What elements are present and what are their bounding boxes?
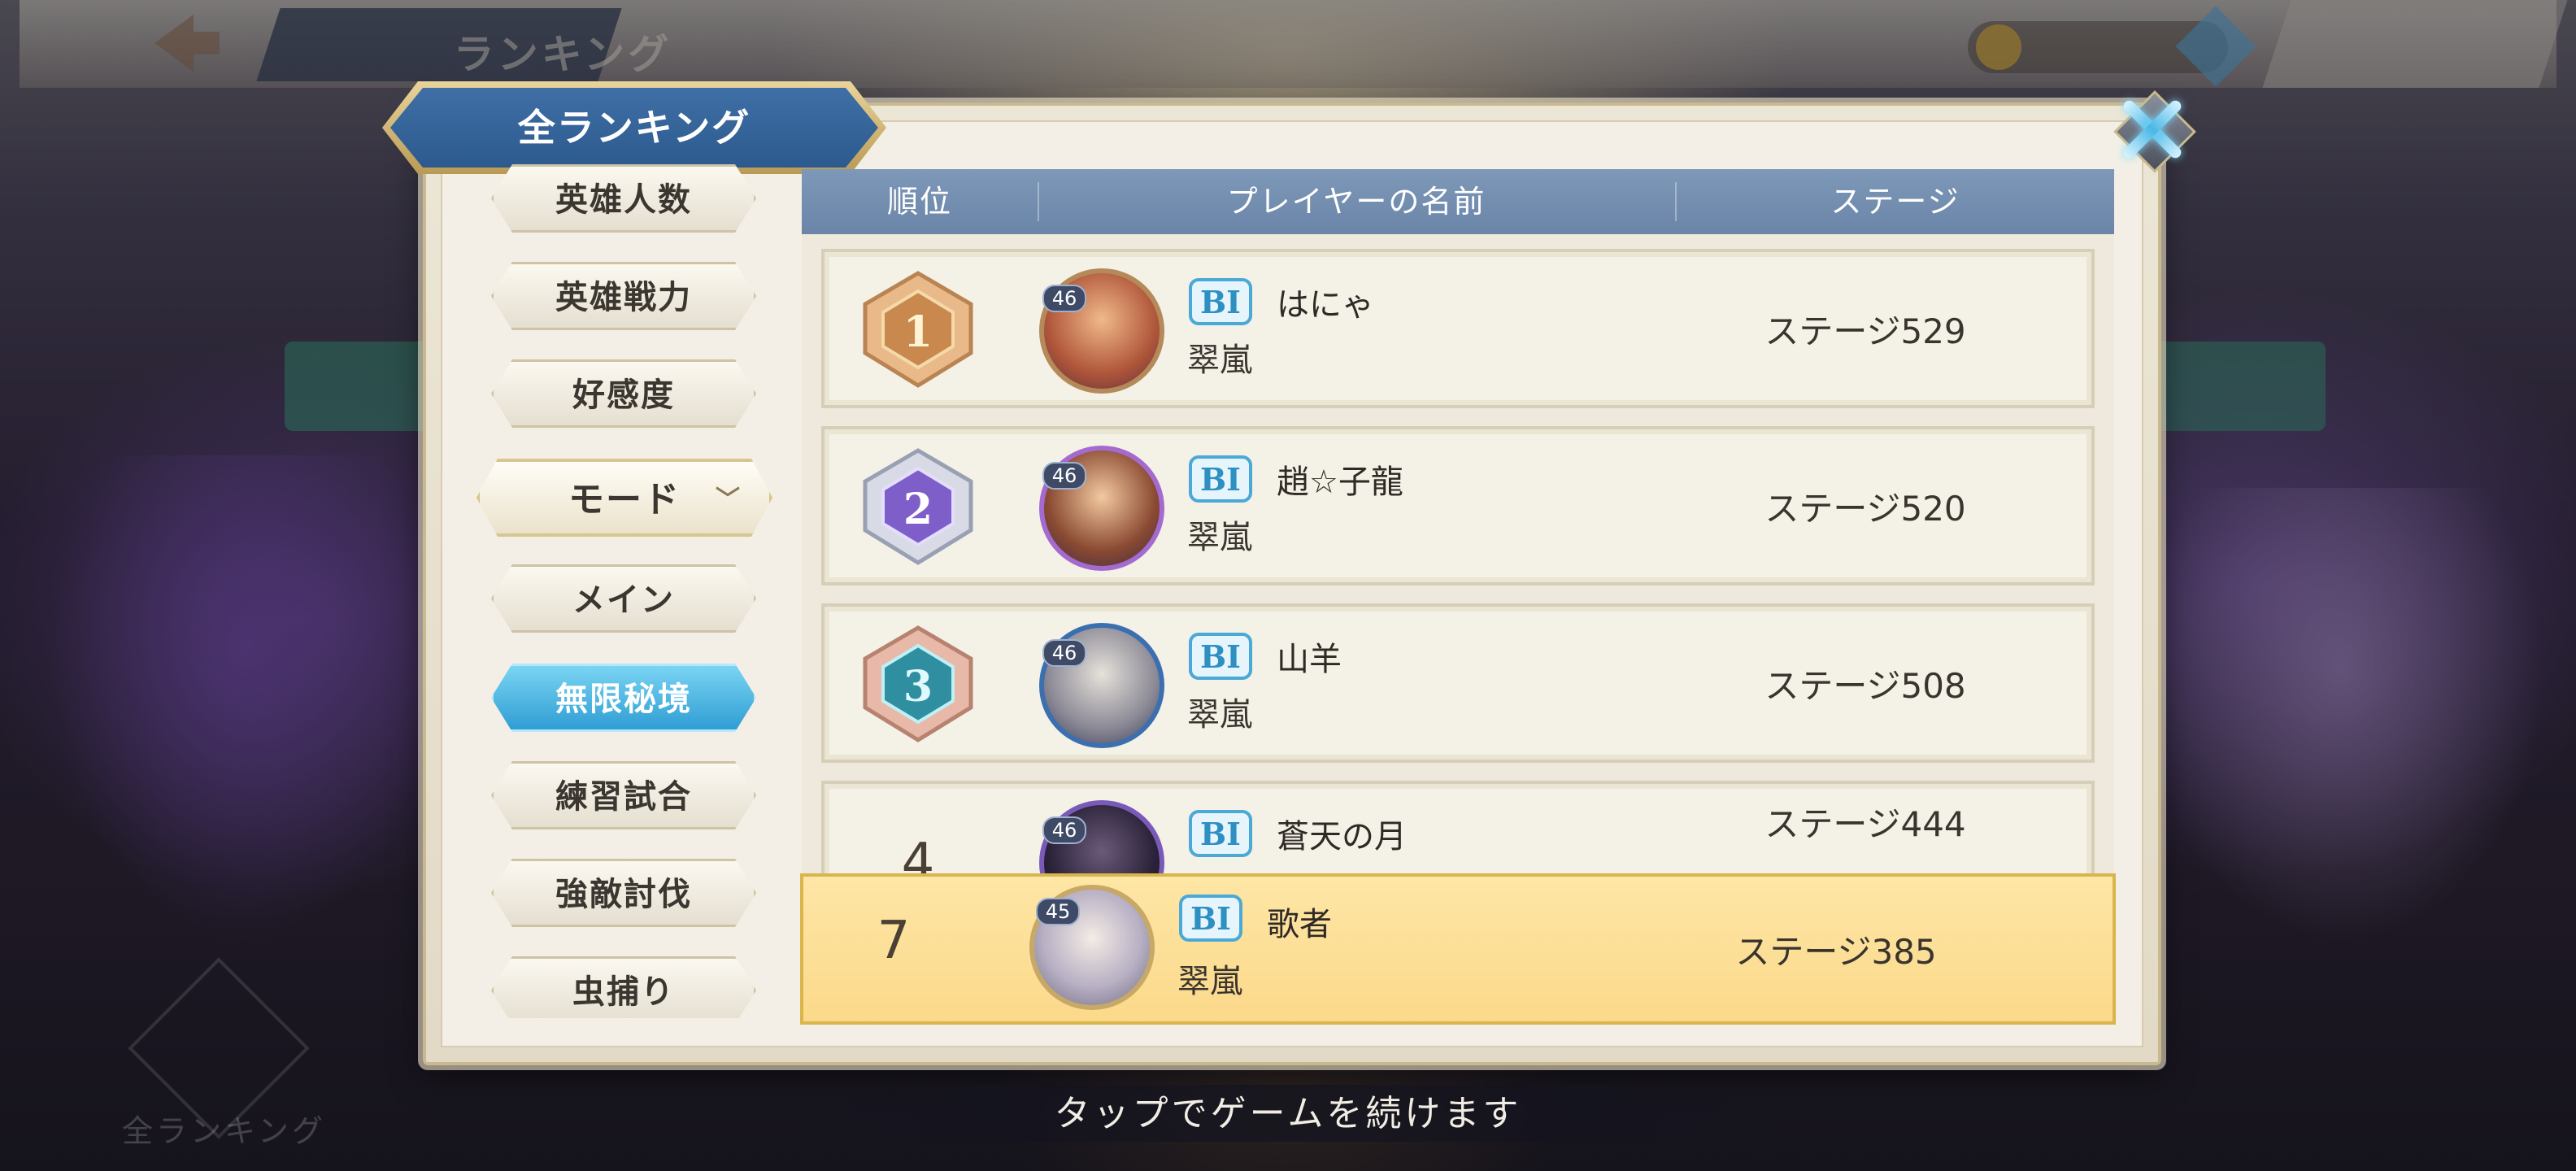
sidebar-item-affection[interactable]: 好感度 xyxy=(491,359,756,428)
rank-number: 2 xyxy=(903,485,933,534)
level-badge: 46 xyxy=(1042,462,1086,490)
stage-value: ステージ529 xyxy=(1764,311,1966,351)
sidebar-item-infinite-realm[interactable]: 無限秘境 xyxy=(491,664,756,732)
stage-value: ステージ520 xyxy=(1764,489,1966,529)
column-header-player-name: プレイヤーの名前 xyxy=(1226,184,1486,220)
panel-title: 全ランキング xyxy=(517,106,751,150)
ranking-row[interactable]: 4 46 BI 蒼天の月 ステージ444 xyxy=(821,781,2095,873)
sidebar-item-hero-count[interactable]: 英雄人数 xyxy=(491,164,756,233)
tier-emblem-icon: BI xyxy=(1189,278,1252,325)
tier-emblem-icon: BI xyxy=(1189,633,1252,680)
guild-name: 翠嵐 xyxy=(1187,696,1252,734)
player-name: 山羊 xyxy=(1277,641,1342,678)
ranking-list[interactable]: 1 46 BI はにゃ 翠嵐 ステージ529 2 46 BI 趙☆子龍 翠嵐 ス… xyxy=(802,234,2114,873)
category-sidebar[interactable]: 英雄人数 英雄戦力 好感度 モード ﹀ メイン 無限秘境 練習試合 強敵討伐 虫… xyxy=(455,163,797,1018)
svg-text:BI: BI xyxy=(1200,816,1241,852)
sidebar-mode-label: モード xyxy=(568,479,681,520)
ranking-row[interactable]: 1 46 BI はにゃ 翠嵐 ステージ529 xyxy=(821,249,2095,408)
stage-value: ステージ508 xyxy=(1764,666,1966,706)
tier-emblem-icon: BI xyxy=(1189,455,1252,503)
level-badge: 46 xyxy=(1042,639,1086,667)
rank-badge-gold-icon: 1 xyxy=(849,268,987,390)
rank-number: 1 xyxy=(903,307,933,357)
tier-emblem-icon: BI xyxy=(1179,895,1242,942)
rank-badge-bronze-icon: 3 xyxy=(849,623,987,745)
my-stage-value: ステージ385 xyxy=(1735,932,1937,972)
sidebar-item-hero-power[interactable]: 英雄戦力 xyxy=(491,262,756,330)
player-name: 趙☆子龍 xyxy=(1277,464,1403,501)
sidebar-item-practice-match[interactable]: 練習試合 xyxy=(491,761,756,829)
sidebar-item-boss-hunt[interactable]: 強敵討伐 xyxy=(491,859,756,927)
stage-value: ステージ444 xyxy=(1764,804,1966,844)
my-level-badge: 45 xyxy=(1036,898,1080,925)
my-guild-name: 翠嵐 xyxy=(1177,963,1242,1000)
hint-text: タップでゲームを続けます xyxy=(1054,1093,1522,1134)
my-player-name: 歌者 xyxy=(1267,906,1332,943)
sidebar-mode-dropdown[interactable]: モード ﹀ xyxy=(476,459,772,537)
level-badge: 46 xyxy=(1042,285,1086,312)
tap-to-continue-hint[interactable]: タップでゲームを続けます xyxy=(0,1082,2576,1147)
sidebar-item-bug-catching[interactable]: 虫捕り xyxy=(491,956,756,1018)
rank-number: 3 xyxy=(903,662,933,712)
my-rank-number: 7 xyxy=(877,911,911,971)
column-header-rank: 順位 xyxy=(886,184,952,220)
column-header-stage: ステージ xyxy=(1830,184,1960,220)
guild-name: 翠嵐 xyxy=(1187,342,1252,379)
guild-name: 翠嵐 xyxy=(1187,519,1252,556)
tier-emblem-icon: BI xyxy=(1189,810,1252,857)
rank-number: 4 xyxy=(901,833,935,873)
sidebar-item-main[interactable]: メイン xyxy=(491,564,756,633)
ranking-row[interactable]: 3 46 BI 山羊 翠嵐 ステージ508 xyxy=(821,603,2095,763)
ranking-table-header: 順位 プレイヤーの名前 ステージ xyxy=(802,169,2114,234)
svg-text:BI: BI xyxy=(1190,900,1231,937)
rank-badge-silver-icon: 2 xyxy=(849,446,987,568)
close-button[interactable] xyxy=(2108,85,2197,174)
level-badge: 46 xyxy=(1042,816,1086,844)
svg-text:BI: BI xyxy=(1200,638,1241,675)
my-ranking-row[interactable]: 7 45 BI 歌者 翠嵐 ステージ385 xyxy=(800,873,2116,1025)
svg-text:BI: BI xyxy=(1200,284,1241,320)
player-name: はにゃ xyxy=(1277,286,1374,324)
svg-text:BI: BI xyxy=(1200,461,1241,498)
chevron-down-icon: ﹀ xyxy=(716,485,742,514)
player-name: 蒼天の月 xyxy=(1277,818,1407,855)
ranking-row[interactable]: 2 46 BI 趙☆子龍 翠嵐 ステージ520 xyxy=(821,426,2095,586)
